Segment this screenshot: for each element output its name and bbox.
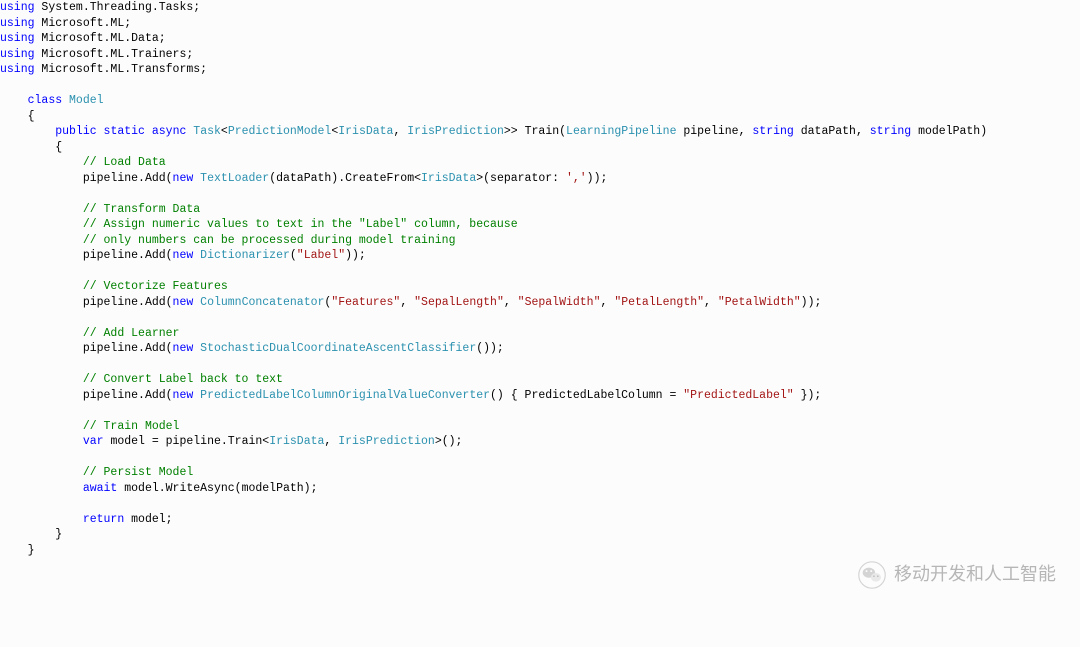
wechat-icon — [858, 561, 886, 589]
watermark-text: 移动开发和人工智能 — [894, 567, 1056, 583]
code-editor: using System.Threading.Tasks; using Micr… — [0, 0, 1080, 558]
watermark: 移动开发和人工智能 — [858, 561, 1056, 589]
